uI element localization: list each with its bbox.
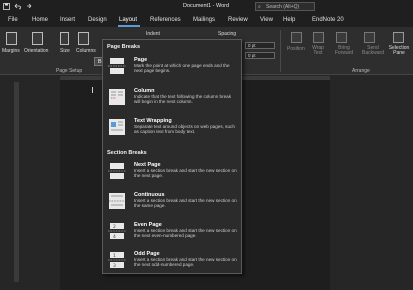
break-text-wrapping-desc: Separate text around objects on web page…: [134, 124, 235, 135]
selection-pane-button[interactable]: Selection Pane: [388, 46, 410, 56]
next-page-break-icon: [108, 163, 126, 179]
svg-text:1: 1: [113, 253, 116, 259]
break-page-item[interactable]: Page Mark the point at which one page en…: [104, 57, 240, 81]
size-icon: [60, 32, 69, 45]
window-title: Document1 - Word: [183, 3, 230, 9]
vertical-ruler: [14, 82, 19, 282]
break-continuous-desc: Insert a section break and start the new…: [134, 198, 237, 209]
odd-page-break-icon: 1 3: [108, 252, 126, 268]
size-button[interactable]: Size: [60, 48, 70, 54]
break-continuous-item[interactable]: Continuous Insert a section break and st…: [104, 192, 240, 216]
columns-button[interactable]: Columns: [76, 48, 96, 54]
page-breaks-header: Page Breaks: [107, 44, 141, 50]
menu-bar: File Home Insert Design Layout Reference…: [0, 13, 413, 27]
break-next-page-desc: Insert a section break and start the new…: [134, 168, 237, 179]
svg-text:2: 2: [113, 224, 116, 230]
bring-forward-icon: [336, 32, 347, 43]
group-arrange: Arrange: [352, 68, 370, 74]
undo-icon[interactable]: [14, 3, 21, 10]
save-icon[interactable]: [3, 3, 10, 10]
tab-references[interactable]: References: [150, 17, 181, 23]
send-backward-button[interactable]: Send Backward: [360, 46, 386, 56]
svg-text:4: 4: [113, 234, 116, 239]
columns-icon: [78, 32, 89, 45]
tab-insert[interactable]: Insert: [60, 17, 75, 23]
break-column-desc: Indicate that the text following the col…: [134, 94, 232, 105]
tab-help[interactable]: Help: [283, 17, 295, 23]
breaks-dropdown: Page Breaks Page Mark the point at which…: [102, 39, 242, 274]
tab-mailings[interactable]: Mailings: [193, 17, 215, 23]
bring-forward-button[interactable]: Bring Forward: [331, 46, 357, 56]
indent-label: Indent: [146, 31, 160, 37]
tab-review[interactable]: Review: [228, 17, 248, 23]
tab-file[interactable]: File: [8, 17, 18, 23]
text-cursor: [92, 87, 93, 93]
separator: [280, 30, 281, 72]
page-break-icon: [108, 58, 126, 74]
break-odd-page-item[interactable]: 1 3 Odd Page Insert a section break and …: [104, 251, 240, 275]
text-wrapping-break-icon: [109, 119, 125, 135]
position-button[interactable]: Position: [287, 46, 305, 52]
send-backward-icon: [364, 32, 375, 43]
break-column-item[interactable]: Column Indicate that the text following …: [104, 88, 240, 112]
redo-icon[interactable]: [25, 3, 32, 10]
spacing-label: Spacing: [218, 31, 237, 37]
break-even-page-desc: Insert a section break and start the new…: [134, 228, 237, 239]
spacing-after-value: 0 pt: [248, 53, 256, 58]
tab-endnote[interactable]: EndNote 20: [312, 17, 344, 23]
column-break-icon: [109, 89, 125, 105]
title-bar: Document1 - Word ⌕ Search (Alt+Q): [0, 0, 413, 13]
break-page-desc: Mark the point at which one page ends an…: [134, 63, 230, 74]
tab-design[interactable]: Design: [88, 17, 107, 23]
svg-text:3: 3: [113, 263, 116, 268]
orientation-button[interactable]: Orientation: [24, 48, 48, 54]
break-odd-page-desc: Insert a section break and start the new…: [134, 257, 237, 268]
even-page-break-icon: 2 4: [108, 223, 126, 239]
tab-layout[interactable]: Layout: [119, 17, 137, 23]
tab-home[interactable]: Home: [32, 17, 48, 23]
wrap-text-icon: [313, 32, 324, 43]
orientation-icon: [32, 32, 43, 45]
section-breaks-header: Section Breaks: [107, 150, 147, 156]
position-icon: [291, 32, 302, 43]
continuous-break-icon: [109, 193, 125, 209]
wrap-text-button[interactable]: Wrap Text: [309, 46, 327, 56]
margins-icon: [6, 32, 17, 45]
search-box[interactable]: ⌕ Search (Alt+Q): [255, 2, 315, 11]
spacing-before-value: 0 pt: [248, 43, 256, 48]
group-page-setup: Page Setup: [56, 68, 83, 74]
spacing-after-field[interactable]: 0 pt: [245, 52, 275, 59]
search-placeholder: Search (Alt+Q): [266, 4, 300, 10]
spacing-before-field[interactable]: 0 pt: [245, 42, 275, 49]
search-icon: ⌕: [258, 4, 261, 10]
break-next-page-item[interactable]: Next Page Insert a section break and sta…: [104, 162, 240, 186]
margins-button[interactable]: Margins: [2, 48, 20, 54]
break-even-page-item[interactable]: 2 4 Even Page Insert a section break and…: [104, 222, 240, 246]
tab-view[interactable]: View: [260, 17, 273, 23]
break-text-wrapping-item[interactable]: Text Wrapping Separate text around objec…: [104, 118, 240, 142]
selection-pane-icon: [393, 32, 404, 43]
